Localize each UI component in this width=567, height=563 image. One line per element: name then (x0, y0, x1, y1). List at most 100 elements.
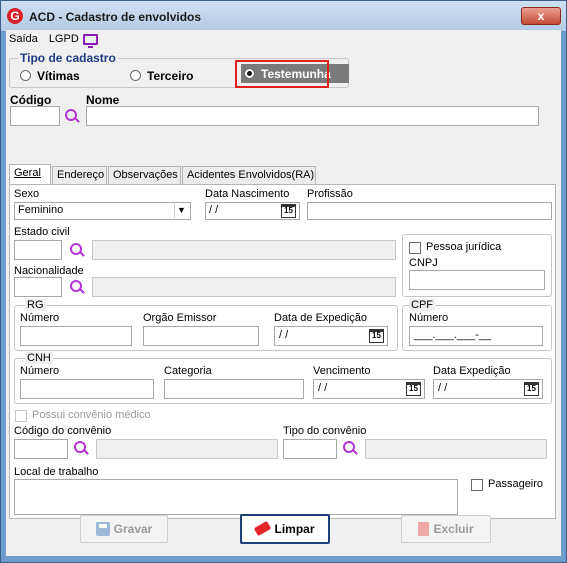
pessoa-juridica-checkbox[interactable] (409, 242, 421, 254)
chevron-down-icon: ▼ (174, 203, 188, 218)
trash-icon (418, 521, 430, 536)
rg-label: RG (25, 299, 46, 311)
date-value: / / (209, 204, 219, 216)
codigo-convenio-label: Código do convênio (14, 425, 112, 437)
eraser-icon (254, 521, 272, 537)
tab-acidentes[interactable]: Acidentes Envolvidos(RA) (182, 166, 316, 184)
cnh-data-input[interactable]: / / 15 (433, 379, 543, 399)
limpar-label: Limpar (274, 522, 315, 536)
excluir-label: Excluir (433, 522, 474, 536)
window-title: ACD - Cadastro de envolvidos (29, 10, 202, 24)
local-trabalho-textarea[interactable] (14, 479, 458, 515)
calendar-icon[interactable]: 15 (406, 382, 421, 396)
tab-observacoes[interactable]: Observações (108, 166, 181, 184)
tab-geral[interactable]: Geral (9, 164, 51, 185)
cnh-vencimento-label: Vencimento (313, 365, 371, 377)
tab-label: Observações (113, 169, 178, 181)
cnh-numero-input[interactable] (20, 379, 154, 399)
cnh-categoria-input[interactable] (164, 379, 304, 399)
cnh-data-label: Data Expedição (433, 365, 511, 377)
rg-numero-label: Número (20, 312, 60, 324)
sexo-select[interactable]: Feminino ▼ (14, 202, 191, 220)
calendar-icon[interactable]: 15 (524, 382, 539, 396)
passageiro-label: Passageiro (488, 478, 544, 490)
nacionalidade-search-icon[interactable] (70, 280, 84, 294)
menu-saida[interactable]: Saída (9, 33, 38, 45)
tipo-convenio-label: Tipo do convênio (283, 425, 367, 437)
gravar-button: Gravar (80, 515, 168, 543)
tab-label: Acidentes Envolvidos(RA) (187, 169, 315, 181)
convenio-desc-input (96, 439, 278, 459)
date-value: / / (279, 329, 289, 341)
data-nascimento-input[interactable]: / / 15 (205, 202, 300, 220)
app-logo-icon: G (7, 8, 23, 24)
rg-data-input[interactable]: / / 15 (274, 326, 388, 346)
rg-group: RG Número Orgão Emissor Data de Expediçã… (14, 299, 398, 351)
client-area: Saída LGPD Tipo de cadastro Vítimas Terc… (6, 30, 561, 556)
tipo-convenio-input[interactable] (283, 439, 337, 459)
pessoa-juridica-group: Pessoa jurídica CNPJ (402, 234, 552, 297)
date-value: / / (318, 382, 328, 394)
estado-civil-search-icon[interactable] (70, 243, 84, 257)
cnh-label: CNH (25, 352, 53, 364)
limpar-button[interactable]: Limpar (240, 514, 330, 544)
cpf-group: CPF Número ___.___.___-__ (402, 299, 552, 351)
radio-terceiro[interactable]: Terceiro (130, 69, 220, 83)
radio-label: Vítimas (37, 69, 80, 83)
nacionalidade-desc-input (92, 277, 396, 297)
cpf-input[interactable]: ___.___.___-__ (409, 326, 543, 346)
gravar-label: Gravar (113, 522, 153, 536)
rg-numero-input[interactable] (20, 326, 132, 346)
convenio-medico-checkbox (15, 410, 27, 422)
tipo-convenio-desc-input (365, 439, 547, 459)
tipo-cadastro-label: Tipo de cadastro (18, 51, 118, 65)
cnh-group: CNH Número Categoria Vencimento / / 15 D… (14, 352, 552, 404)
nome-label: Nome (86, 93, 120, 107)
profissao-input[interactable] (307, 202, 552, 220)
nacionalidade-label: Nacionalidade (14, 265, 84, 277)
window: G ACD - Cadastro de envolvidos x Saída L… (0, 0, 567, 563)
sexo-label: Sexo (14, 188, 40, 200)
cnpj-label: CNPJ (409, 257, 438, 269)
menu-bar: Saída LGPD (9, 33, 87, 49)
radio-dot (130, 70, 141, 81)
profissao-label: Profissão (307, 188, 353, 200)
codigo-convenio-search-icon[interactable] (74, 441, 88, 455)
sexo-value: Feminino (18, 204, 64, 216)
calendar-icon[interactable]: 15 (281, 204, 296, 218)
excluir-button: Excluir (401, 515, 491, 543)
date-value: / / (438, 382, 448, 394)
cnh-categoria-label: Categoria (164, 365, 212, 377)
codigo-label: Código (10, 93, 52, 107)
cnpj-input[interactable] (409, 270, 545, 290)
convenio-medico-label: Possui convênio médico (32, 409, 151, 421)
estado-civil-label: Estado civil (14, 226, 70, 238)
monitor-icon[interactable] (83, 34, 98, 48)
radio-dot (20, 70, 31, 81)
cpf-label: CPF (409, 299, 435, 311)
tipo-convenio-search-icon[interactable] (343, 441, 357, 455)
calendar-icon[interactable]: 15 (369, 329, 384, 343)
radio-vitimas[interactable]: Vítimas (20, 69, 110, 83)
pessoa-juridica-label: Pessoa jurídica (426, 241, 502, 253)
tab-page-geral: Sexo Feminino ▼ Data Nascimento / / 15 P… (9, 184, 556, 519)
estado-civil-code-input[interactable] (14, 240, 62, 260)
close-button[interactable]: x (521, 7, 561, 25)
nacionalidade-code-input[interactable] (14, 277, 62, 297)
codigo-search-icon[interactable] (65, 109, 79, 123)
rg-data-label: Data de Expedição (274, 312, 367, 324)
local-trabalho-label: Local de trabalho (14, 466, 99, 478)
cnh-vencimento-input[interactable]: / / 15 (313, 379, 425, 399)
rg-orgao-label: Orgão Emissor (143, 312, 217, 324)
menu-lgpd[interactable]: LGPD (49, 33, 79, 45)
codigo-input[interactable] (10, 106, 60, 126)
estado-civil-desc-input (92, 240, 396, 260)
codigo-convenio-input[interactable] (14, 439, 68, 459)
radio-label: Terceiro (147, 69, 194, 83)
cnh-numero-label: Número (20, 365, 60, 377)
tab-label: Geral (14, 167, 41, 179)
passageiro-checkbox[interactable] (471, 479, 483, 491)
nome-input[interactable] (86, 106, 539, 126)
rg-orgao-input[interactable] (143, 326, 259, 346)
tab-endereco[interactable]: Endereço (52, 166, 107, 184)
